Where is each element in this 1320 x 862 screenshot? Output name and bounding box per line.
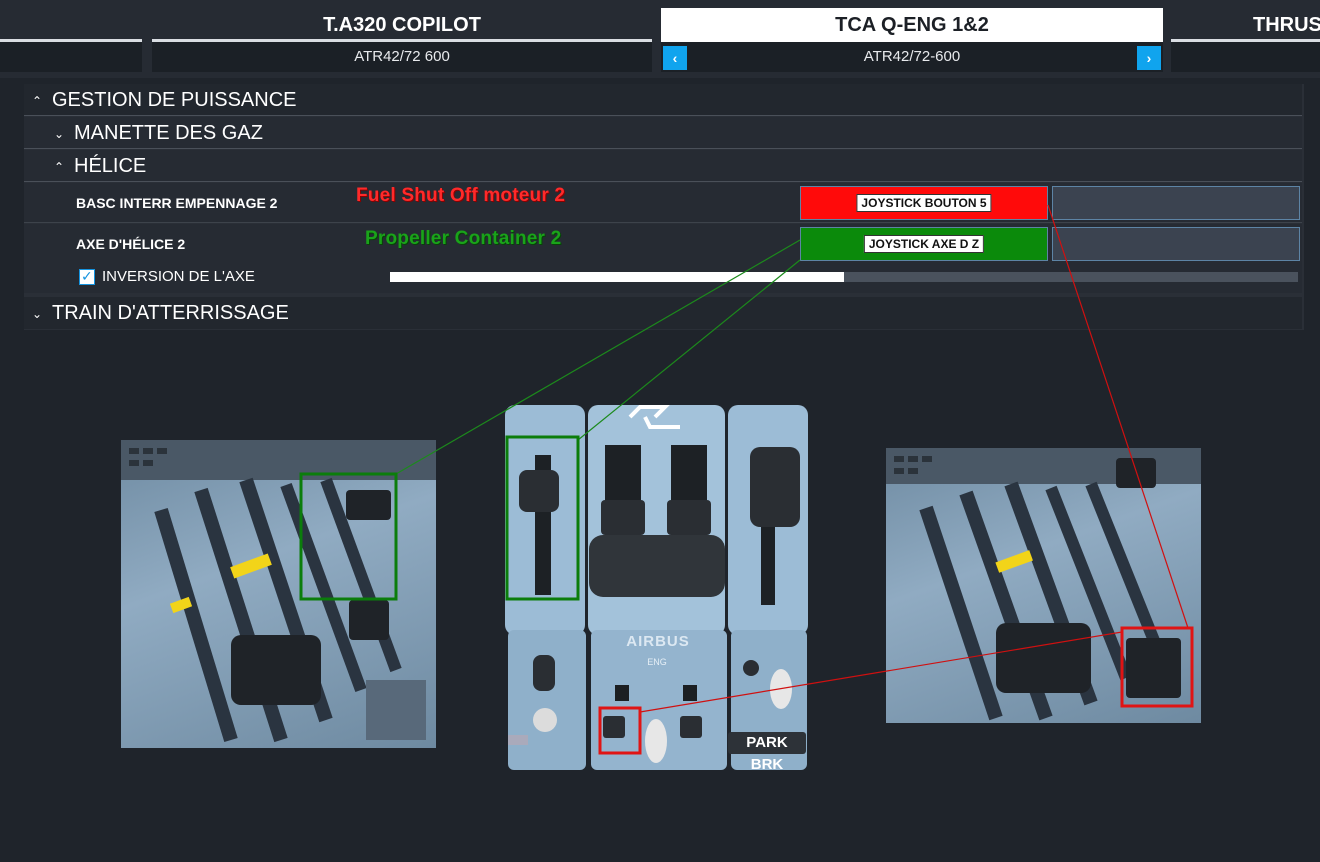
cockpit-photo-fuel-lever <box>886 448 1201 723</box>
tab-title: THRUS <box>1171 8 1320 42</box>
axis-position-bar <box>390 272 1298 282</box>
axis-inversion-checkbox[interactable] <box>79 268 95 285</box>
device-tab-previous[interactable] <box>0 8 142 72</box>
tab-subtitle: ‹ ATR42/72-600 › <box>661 42 1163 72</box>
next-profile-arrow-icon[interactable]: › <box>1137 46 1161 70</box>
device-tab-thrust[interactable]: THRUS <box>1171 8 1320 72</box>
chevron-up-icon: ⌃ <box>54 159 65 174</box>
category-label: HÉLICE <box>74 155 147 177</box>
primary-binding-slot[interactable]: JOYSTICK AXE D Z <box>800 227 1048 261</box>
prev-profile-arrow-icon[interactable]: ‹ <box>663 46 687 70</box>
annotation-propeller: Propeller Container 2 <box>365 228 562 249</box>
eng-label: ENG <box>647 657 667 667</box>
cockpit-photo-propeller <box>121 440 436 748</box>
primary-binding-slot[interactable]: JOYSTICK BOUTON 5 <box>800 186 1048 220</box>
axis-inversion-row: INVERSION DE L'AXE <box>24 261 1302 293</box>
chevron-up-icon: ⌃ <box>32 93 43 108</box>
axis-inversion-label: INVERSION DE L'AXE <box>102 268 255 285</box>
controls-settings-panel: ⌃ GESTION DE PUISSANCE ⌄ MANETTE DES GAZ ⌃… <box>24 84 1304 330</box>
tab-title: TCA Q-ENG 1&2 <box>661 8 1163 42</box>
device-tab-tca-q-eng[interactable]: TCA Q-ENG 1&2 ‹ ATR42/72-600 › <box>661 8 1163 72</box>
category-label: MANETTE DES GAZ <box>74 122 263 144</box>
chevron-down-icon: ⌄ <box>32 306 43 321</box>
binding-row-fuel-shutoff[interactable]: BASC INTERR EMPENNAGE 2 Fuel Shut Off mo… <box>24 183 1302 223</box>
binding-label: BASC INTERR EMPENNAGE 2 <box>76 195 278 211</box>
category-throttle[interactable]: ⌄ MANETTE DES GAZ <box>24 117 1302 149</box>
axis-position-fill <box>390 272 844 282</box>
tca-throttle-quadrant: AIRBUS ENG <box>505 405 810 771</box>
tab-title: T.A320 COPILOT <box>152 8 652 42</box>
binding-chip: JOYSTICK BOUTON 5 <box>856 194 992 212</box>
secondary-binding-slot[interactable] <box>1052 186 1300 220</box>
profile-name: ATR42/72-600 <box>863 48 961 65</box>
category-label: GESTION DE PUISSANCE <box>52 89 297 111</box>
tab-subtitle <box>1171 42 1320 72</box>
airbus-logo-text: AIRBUS <box>626 633 690 650</box>
category-landing-gear[interactable]: ⌄ TRAIN D'ATTERRISSAGE <box>24 297 1302 329</box>
binding-chip: JOYSTICK AXE D Z <box>863 235 985 253</box>
tab-title <box>0 8 142 42</box>
binding-label: AXE D'HÉLICE 2 <box>76 236 186 252</box>
device-tab-bar: T.A320 COPILOT ATR42/72 600 TCA Q-ENG 1&… <box>0 0 1320 78</box>
tab-subtitle <box>0 42 142 72</box>
category-power-management[interactable]: ⌃ GESTION DE PUISSANCE <box>24 84 1302 116</box>
chevron-down-icon: ⌄ <box>54 126 65 141</box>
secondary-binding-slot[interactable] <box>1052 227 1300 261</box>
park-brake-label: PARK BRK <box>728 732 806 773</box>
category-label: TRAIN D'ATTERRISSAGE <box>52 302 289 324</box>
category-propeller[interactable]: ⌃ HÉLICE <box>24 150 1302 182</box>
annotation-fuel-shutoff: Fuel Shut Off moteur 2 <box>356 185 566 206</box>
device-tab-a320-copilot[interactable]: T.A320 COPILOT ATR42/72 600 <box>152 8 652 72</box>
binding-row-propeller-axis[interactable]: AXE D'HÉLICE 2 Propeller Container 2 JOY… <box>24 224 1302 264</box>
tab-subtitle: ATR42/72 600 <box>152 42 652 72</box>
